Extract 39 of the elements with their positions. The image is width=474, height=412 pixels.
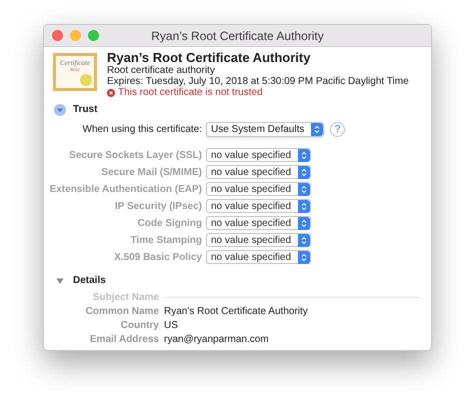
- window-title: Ryan’s Root Certificate Authority: [151, 28, 324, 42]
- zoom-button[interactable]: [88, 30, 99, 41]
- section-label: Subject Name: [92, 290, 160, 304]
- disclosure-icon[interactable]: [54, 104, 66, 116]
- policy-label: IP Security (IPsec): [114, 200, 203, 214]
- stepper-icon: [298, 216, 310, 230]
- policy-label: Time Stamping: [130, 234, 203, 248]
- field-value: Ryan’s Root Certificate Authority: [164, 304, 308, 318]
- trust-warning: This root certificate is not trusted: [118, 87, 263, 98]
- stepper-icon: [311, 123, 323, 136]
- policy-label: Secure Mail (S/MIME): [100, 166, 203, 180]
- stepper-icon: [298, 234, 310, 246]
- stepper-icon: [298, 166, 310, 178]
- seal-icon: [80, 74, 92, 86]
- help-button[interactable]: ?: [330, 122, 345, 137]
- section-title: Trust: [73, 103, 98, 117]
- policy-label: X.509 Basic Policy: [113, 250, 203, 264]
- policy-label: Code Signing: [136, 216, 203, 230]
- stepper-icon: [298, 182, 310, 196]
- certificate-type: Root certificate authority: [107, 65, 216, 76]
- error-icon: [107, 88, 115, 96]
- field-value: ryan@ryanparman.com: [164, 332, 269, 346]
- field-label: Country: [120, 318, 160, 332]
- field-label: Common Name: [84, 304, 160, 318]
- trust-dropdown[interactable]: Use System Defaults: [206, 122, 324, 137]
- stepper-icon: [298, 148, 310, 162]
- setting-label: When using this certificate:: [82, 123, 203, 137]
- stepper-icon: [298, 200, 310, 212]
- policy-label: Extensible Authentication (EAP): [48, 182, 203, 196]
- close-button[interactable]: [52, 30, 63, 41]
- disclosure-icon[interactable]: [56, 276, 64, 284]
- policy-label: Secure Sockets Layer (SSL): [68, 148, 203, 162]
- minimize-button[interactable]: [70, 30, 81, 41]
- stepper-icon: [298, 250, 310, 264]
- section-title: Details: [73, 274, 106, 288]
- expiry-date: Expires: Tuesday, July 10, 2018 at 5:30:09 PM Pacific Daylight Time: [107, 76, 409, 87]
- field-label: Email Address: [88, 332, 160, 346]
- certificate-name: Ryan’s Root Certificate Authority: [107, 51, 312, 65]
- field-value: US: [164, 318, 178, 332]
